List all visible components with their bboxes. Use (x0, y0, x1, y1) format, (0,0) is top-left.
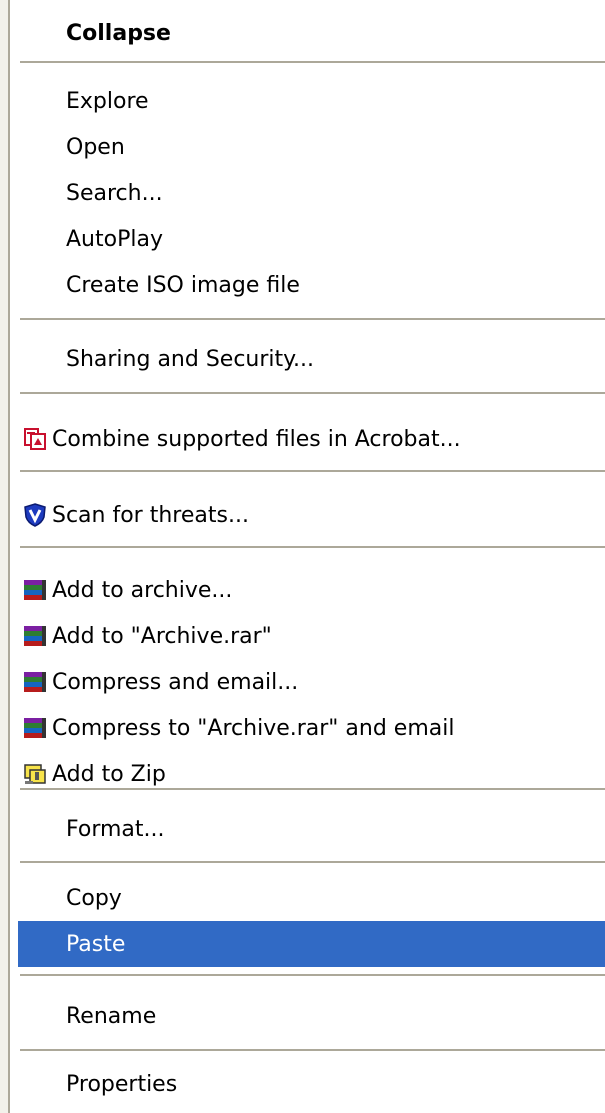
menu-item-combine-acrobat[interactable]: Combine supported files in Acrobat... (18, 416, 605, 462)
menu-item-label: Add to "Archive.rar" (52, 623, 272, 649)
context-menu: Collapse Explore Open Search... AutoPlay… (8, 0, 605, 1113)
winrar-books-icon (22, 669, 48, 695)
menu-item-label: Explore (66, 88, 149, 114)
menu-item-label: Add to Zip (52, 761, 166, 787)
menu-item-format[interactable]: Format... (18, 806, 605, 852)
menu-item-label: Open (66, 134, 125, 160)
menu-item-label: Sharing and Security... (66, 346, 315, 372)
acrobat-combine-icon (22, 426, 48, 452)
menu-separator (20, 1049, 605, 1051)
menu-separator (20, 470, 605, 472)
menu-item-label: Format... (66, 816, 165, 842)
menu-item-add-to-zip[interactable]: Add to Zip (18, 751, 605, 797)
menu-separator (20, 788, 605, 790)
menu-item-search[interactable]: Search... (18, 170, 605, 216)
menu-item-label: Rename (66, 1003, 157, 1029)
menu-item-label: Add to archive... (52, 577, 233, 603)
menu-item-copy[interactable]: Copy (18, 875, 605, 921)
menu-item-properties[interactable]: Properties (18, 1061, 605, 1107)
menu-item-label: Properties (66, 1071, 178, 1097)
winrar-books-icon (22, 715, 48, 741)
menu-item-compress-rar-email[interactable]: Compress to "Archive.rar" and email (18, 705, 605, 751)
winrar-books-icon (22, 623, 48, 649)
menu-item-paste[interactable]: Paste (18, 921, 605, 967)
menu-separator (20, 318, 605, 320)
menu-item-label: Collapse (66, 20, 171, 46)
shield-icon (22, 502, 48, 528)
menu-item-add-to-archive[interactable]: Add to archive... (18, 567, 605, 613)
menu-item-create-iso[interactable]: Create ISO image file (18, 262, 605, 308)
menu-item-label: Compress to "Archive.rar" and email (52, 715, 455, 741)
menu-item-label: Search... (66, 180, 163, 206)
menu-item-add-to-archive-rar[interactable]: Add to "Archive.rar" (18, 613, 605, 659)
zip-icon (22, 761, 48, 787)
menu-separator (20, 392, 605, 394)
menu-item-open[interactable]: Open (18, 124, 605, 170)
menu-item-scan-threats[interactable]: Scan for threats... (18, 492, 605, 538)
menu-item-compress-email[interactable]: Compress and email... (18, 659, 605, 705)
menu-item-label: AutoPlay (66, 226, 163, 252)
menu-separator (20, 61, 605, 63)
menu-item-label: Compress and email... (52, 669, 299, 695)
menu-item-label: Copy (66, 885, 122, 911)
winrar-books-icon (22, 577, 48, 603)
menu-separator (20, 546, 605, 548)
menu-item-label: Scan for threats... (52, 502, 249, 528)
menu-item-sharing-security[interactable]: Sharing and Security... (18, 336, 605, 382)
menu-item-label: Paste (66, 931, 126, 957)
menu-item-label: Create ISO image file (66, 272, 300, 298)
menu-separator (20, 974, 605, 976)
menu-item-label: Combine supported files in Acrobat... (52, 426, 461, 452)
menu-item-collapse[interactable]: Collapse (18, 10, 605, 56)
menu-item-rename[interactable]: Rename (18, 993, 605, 1039)
menu-separator (20, 861, 605, 863)
menu-item-autoplay[interactable]: AutoPlay (18, 216, 605, 262)
menu-item-explore[interactable]: Explore (18, 78, 605, 124)
